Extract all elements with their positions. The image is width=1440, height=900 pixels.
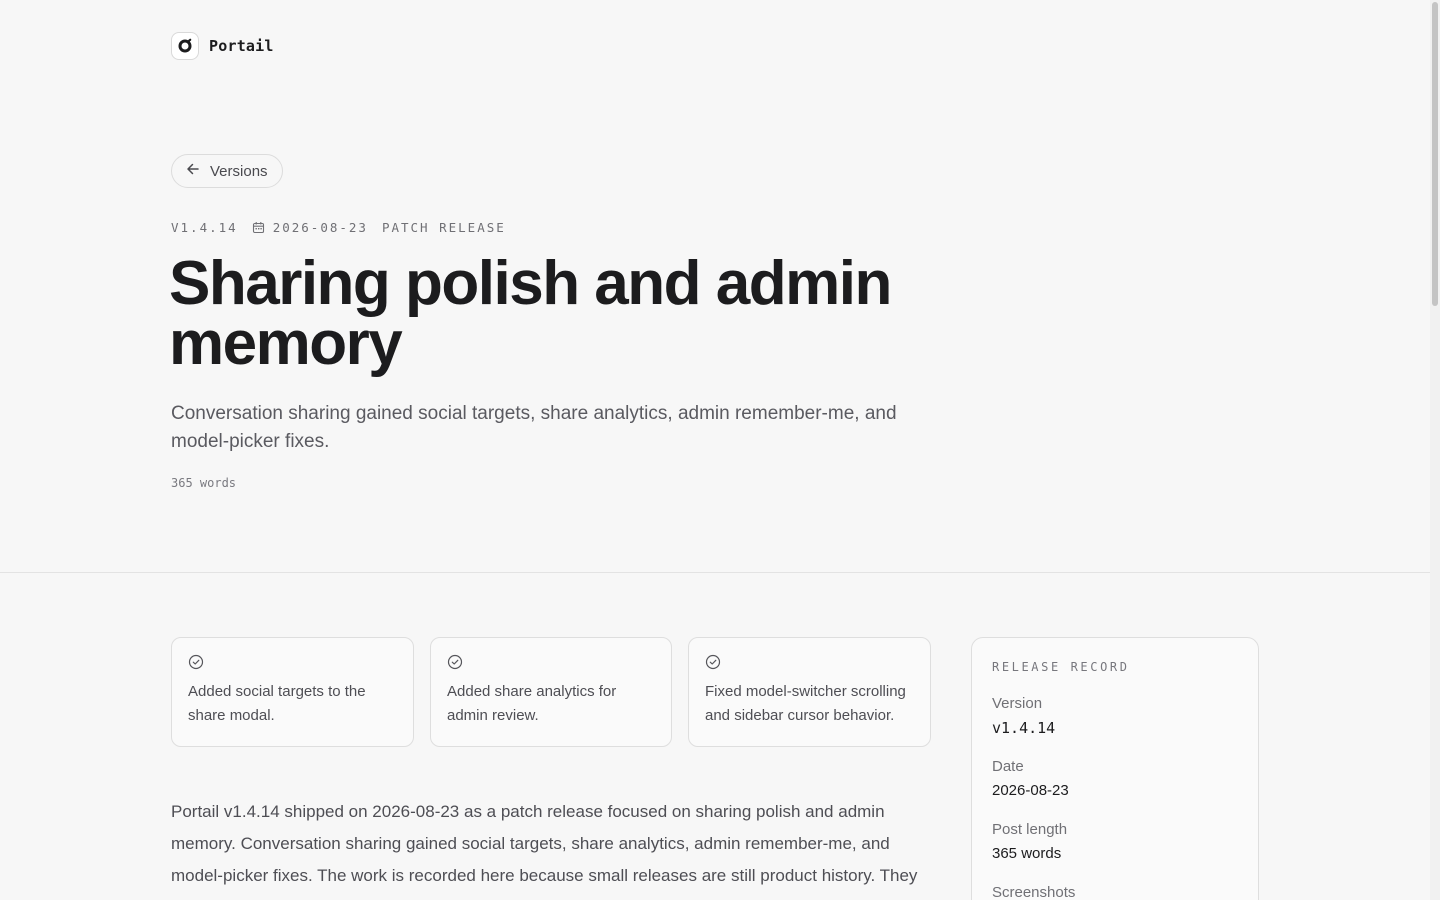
- record-value: v1.4.14: [992, 719, 1056, 737]
- highlight-card: Fixed model-switcher scrolling and sideb…: [688, 637, 931, 747]
- record-value: 2026-08-23: [992, 782, 1069, 799]
- record-row-post-length: Post length 365 words: [992, 820, 1238, 866]
- highlight-text: Added social targets to the share modal.: [188, 683, 366, 724]
- calendar-icon: [252, 221, 265, 234]
- back-link-label: Versions: [210, 162, 268, 180]
- highlight-card: Added social targets to the share modal.: [171, 637, 414, 747]
- brand-name: Portail: [209, 37, 274, 55]
- meta-date: 2026-08-23: [272, 220, 368, 235]
- record-row-version: Version v1.4.14: [992, 694, 1238, 740]
- word-count: 365 words: [171, 476, 237, 490]
- page-scrollbar[interactable]: [1430, 0, 1440, 900]
- highlight-card: Added share analytics for admin review.: [430, 637, 672, 747]
- arrow-left-icon: [186, 162, 200, 180]
- release-record-heading: RELEASE RECORD: [992, 660, 1130, 674]
- record-row-screenshots: Screenshots: [992, 883, 1238, 900]
- record-label: Screenshots: [992, 884, 1076, 900]
- record-label: Version: [992, 695, 1043, 712]
- portail-logo-icon: [171, 32, 199, 60]
- record-label: Date: [992, 758, 1024, 775]
- scrollbar-thumb[interactable]: [1432, 2, 1438, 306]
- brand-logo[interactable]: Portail: [171, 32, 274, 60]
- release-body: Portail v1.4.14 shipped on 2026-08-23 as…: [171, 802, 918, 885]
- highlight-text: Added share analytics for admin review.: [447, 683, 617, 724]
- meta-version: V1.4.14: [171, 220, 238, 235]
- page-title: Sharing polish and admin memory: [169, 249, 892, 378]
- check-circle-icon: [705, 654, 721, 670]
- section-divider: [0, 572, 1430, 573]
- record-label: Post length: [992, 821, 1068, 838]
- check-circle-icon: [188, 654, 204, 670]
- meta-release-type: PATCH RELEASE: [381, 220, 506, 235]
- record-value: 365 words: [992, 845, 1062, 862]
- release-meta: V1.4.14 2026-08-23 PATCH RELEASE: [171, 220, 506, 235]
- back-to-versions-button[interactable]: Versions: [171, 154, 283, 188]
- record-row-date: Date 2026-08-23: [992, 757, 1238, 803]
- highlight-text: Fixed model-switcher scrolling and sideb…: [705, 683, 906, 724]
- release-summary: Conversation sharing gained social targe…: [171, 403, 897, 452]
- release-record-panel: RELEASE RECORD Version v1.4.14 Date 2026…: [971, 637, 1259, 900]
- check-circle-icon: [447, 654, 463, 670]
